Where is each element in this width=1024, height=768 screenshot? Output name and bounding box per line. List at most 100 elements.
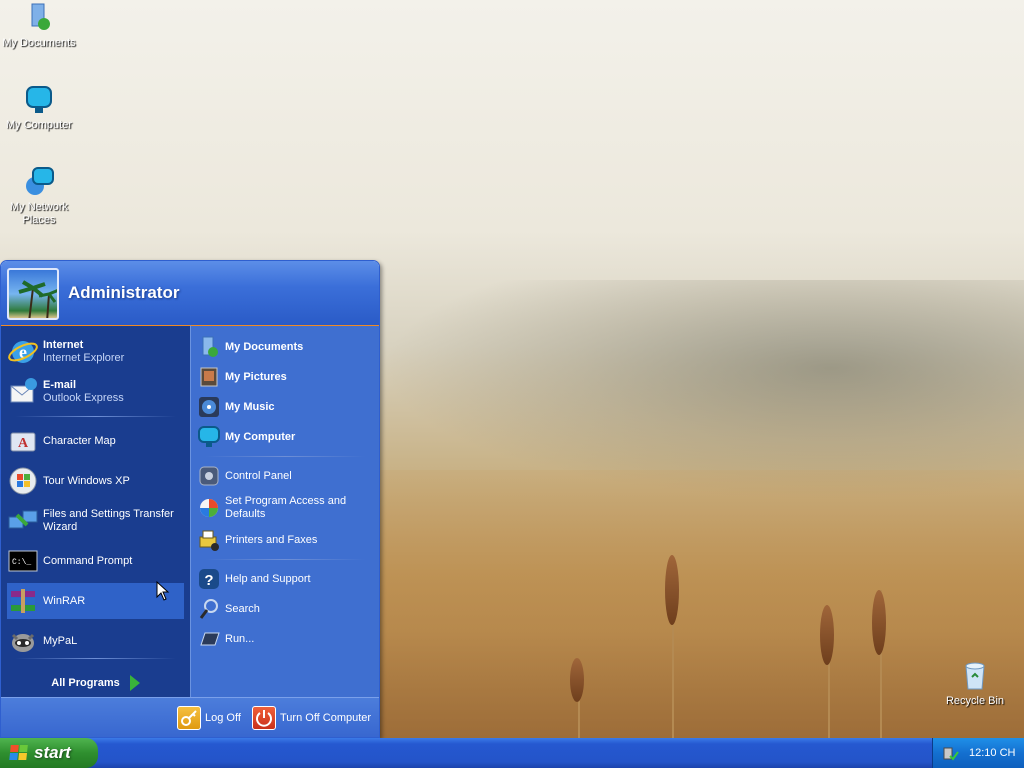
setting-printers-faxes[interactable]: Printers and Faxes [191, 525, 379, 555]
key-icon [177, 706, 201, 730]
recent-item-tour-windows[interactable]: Tour Windows XP [1, 461, 190, 501]
place-label: My Computer [225, 430, 296, 443]
desktop-icon-label: My Computer [5, 119, 73, 131]
help-icon: ? [197, 567, 221, 591]
tool-label: Search [225, 602, 260, 615]
recent-item-character-map[interactable]: A Character Map [1, 421, 190, 461]
desktop-icon-recycle-bin[interactable]: Recycle Bin [936, 660, 1014, 708]
desktop-icon-my-documents[interactable]: My Documents [0, 2, 78, 50]
power-icon [252, 706, 276, 730]
wallpaper-haze [380, 280, 1024, 500]
wheat-head [872, 590, 886, 655]
desktop-icon-my-computer[interactable]: My Computer [0, 84, 78, 132]
desktop-icon-label: My Documents [2, 37, 76, 49]
start-menu-header: Administrator [1, 261, 379, 325]
recent-item-label: MyPaL [43, 634, 78, 647]
network-places-icon [23, 166, 55, 198]
program-defaults-icon [197, 496, 221, 520]
tool-run[interactable]: Run... [191, 624, 379, 654]
mouse-cursor-icon [156, 581, 170, 601]
log-off-button[interactable]: Log Off [177, 706, 241, 730]
control-panel-icon [197, 464, 221, 488]
start-menu-footer: Log Off Turn Off Computer [1, 697, 379, 737]
run-icon [197, 627, 221, 651]
desktop-icon-label: My Network Places [9, 201, 69, 226]
my-music-icon [197, 395, 221, 419]
clock[interactable]: 12:10 CH [969, 747, 1015, 759]
tool-search[interactable]: Search [191, 594, 379, 624]
my-computer-icon [23, 84, 55, 116]
turn-off-label: Turn Off Computer [280, 712, 372, 724]
mypal-icon [7, 625, 39, 657]
transfer-wizard-icon [7, 505, 39, 537]
my-documents-icon [197, 335, 221, 359]
windows-logo-icon [9, 745, 29, 761]
recent-item-label: WinRAR [43, 594, 86, 607]
tool-help-support[interactable]: ? Help and Support [191, 564, 379, 594]
tour-windows-icon [7, 465, 39, 497]
recent-item-label: Tour Windows XP [43, 474, 130, 487]
internet-explorer-icon: e [7, 336, 39, 368]
recent-item-mypal[interactable]: MyPaL [1, 621, 190, 661]
search-icon [197, 597, 221, 621]
pinned-item-subtitle: Internet Explorer [43, 352, 125, 364]
place-my-pictures[interactable]: My Pictures [191, 362, 379, 392]
outlook-express-icon [7, 376, 39, 408]
my-computer-icon [197, 425, 221, 449]
recent-item-label: Command Prompt [43, 554, 133, 567]
safely-remove-icon[interactable] [941, 744, 959, 762]
start-menu-right-pane: My Documents My Pictures My Music My Com… [190, 325, 379, 697]
taskbar: start 12:10 CH [0, 738, 1024, 768]
pinned-item-email[interactable]: E-mail Outlook Express [1, 372, 190, 412]
start-menu-body: e Internet Internet Explorer E-mail Outl… [1, 325, 379, 697]
setting-label: Set Program Access and Defaults [225, 495, 347, 520]
my-documents-icon [23, 2, 55, 34]
recycle-bin-icon [959, 660, 991, 692]
winrar-icon [7, 585, 39, 617]
user-avatar[interactable] [7, 268, 59, 320]
start-label: start [34, 743, 71, 762]
pinned-item-internet[interactable]: e Internet Internet Explorer [1, 332, 190, 372]
arrow-right-icon [129, 675, 140, 691]
character-map-icon: A [7, 425, 39, 457]
place-my-documents[interactable]: My Documents [191, 332, 379, 362]
command-prompt-icon: C:\_ [7, 545, 39, 577]
place-my-computer[interactable]: My Computer [191, 422, 379, 452]
start-button[interactable]: start [0, 738, 98, 768]
place-my-music[interactable]: My Music [191, 392, 379, 422]
pinned-item-subtitle: Outlook Express [43, 392, 124, 404]
separator [15, 416, 176, 417]
all-programs-label: All Programs [51, 677, 120, 689]
wallpaper-field [380, 470, 1024, 740]
separator [15, 658, 176, 659]
tool-label: Run... [225, 632, 255, 645]
user-name: Administrator [68, 283, 180, 302]
svg-text:A: A [18, 436, 29, 451]
place-label: My Music [225, 400, 275, 413]
separator [205, 559, 365, 560]
svg-text:?: ? [204, 572, 213, 589]
wheat-head [570, 658, 584, 702]
separator [205, 456, 365, 457]
wheat-head [665, 555, 679, 625]
recent-item-command-prompt[interactable]: C:\_ Command Prompt [1, 541, 190, 581]
setting-control-panel[interactable]: Control Panel [191, 461, 379, 491]
recent-item-label: Files and Settings Transfer Wizard [43, 508, 174, 533]
wheat-head [820, 605, 834, 665]
pinned-item-title: Internet [43, 339, 84, 351]
setting-label: Control Panel [225, 469, 292, 482]
turn-off-button[interactable]: Turn Off Computer [252, 706, 371, 730]
setting-program-defaults[interactable]: Set Program Access and Defaults [191, 491, 379, 525]
recent-item-transfer-wizard[interactable]: Files and Settings Transfer Wizard [1, 501, 190, 541]
start-menu-left-pane: e Internet Internet Explorer E-mail Outl… [1, 325, 190, 697]
my-pictures-icon [197, 365, 221, 389]
desktop-icon-network-places[interactable]: My Network Places [0, 166, 78, 227]
desktop-icon-label: Recycle Bin [945, 695, 1005, 707]
svg-text:C:\_: C:\_ [12, 558, 31, 567]
system-tray: 12:10 CH [932, 738, 1024, 768]
recent-item-label: Character Map [43, 434, 116, 447]
printers-icon [197, 528, 221, 552]
place-label: My Pictures [225, 370, 287, 383]
all-programs-button[interactable]: All Programs [1, 675, 190, 691]
tool-label: Help and Support [225, 572, 311, 585]
